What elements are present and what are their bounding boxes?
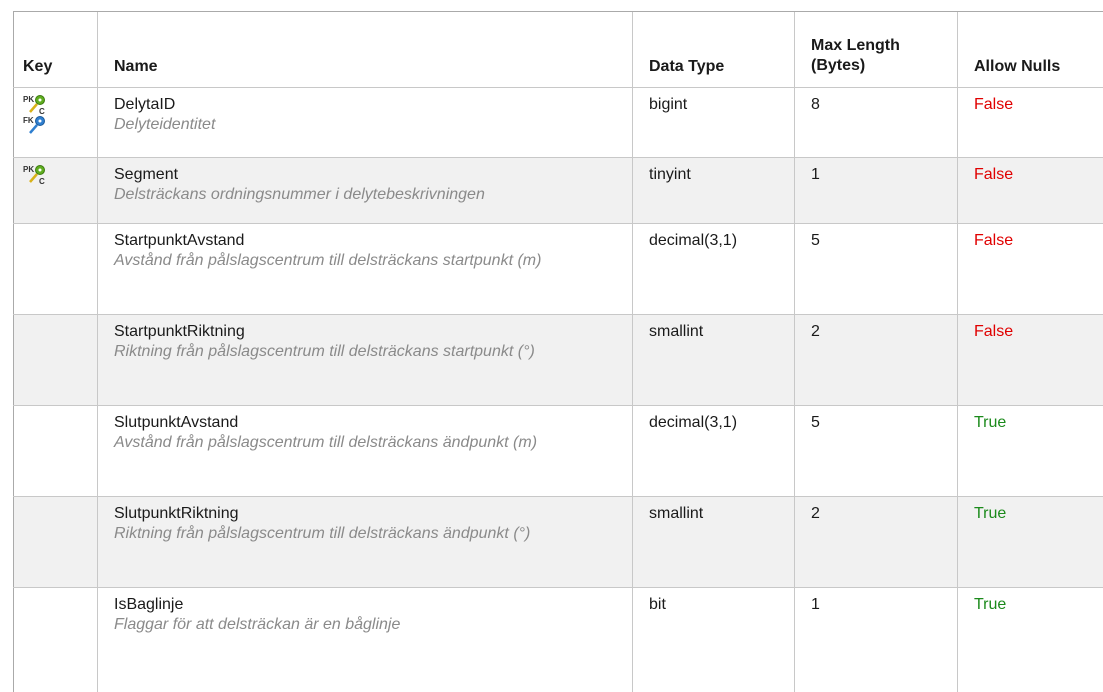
svg-text:PK: PK [23,165,34,174]
column-description: Delyteidentitet [114,116,216,133]
column-name: SlutpunktRiktning [114,505,239,522]
data-type-cell: smallint [632,315,794,405]
allow-nulls-cell: False [957,315,1103,405]
max-length-cell: 5 [794,224,957,314]
table-row: PK C Segment Delsträckans ordningsnummer… [13,158,1103,224]
pk-clustered-key-icon: PK C [23,165,45,185]
column-description: Avstånd från pålslagscentrum till delstr… [114,434,538,451]
table-row: SlutpunktRiktning Riktning från pålslags… [13,497,1103,588]
data-type-cell: smallint [632,497,794,587]
column-description: Riktning från pålslagscentrum till delst… [114,343,535,360]
column-description: Flaggar för att delsträckan är en båglin… [114,616,401,633]
max-length-cell: 1 [794,158,957,223]
allow-nulls-cell: True [957,497,1103,587]
table-row: PK C FK DelytaID Delyteidentitet bigint … [13,88,1103,158]
column-name: IsBaglinje [114,596,184,613]
svg-text:PK: PK [23,95,34,104]
header-max-length: Max Length (Bytes) [794,12,957,87]
max-length-cell: 2 [794,315,957,405]
data-type-cell: bit [632,588,794,692]
data-type-cell: decimal(3,1) [632,224,794,314]
allow-nulls-cell: True [957,406,1103,496]
columns-table: Key Name Data Type Max Length (Bytes) Al… [13,11,1103,692]
key-cell: PK C [13,158,97,223]
svg-text:C: C [39,107,45,115]
data-type-cell: bigint [632,88,794,157]
allow-nulls-cell: False [957,224,1103,314]
key-cell [13,224,97,314]
column-description: Avstånd från pålslagscentrum till delstr… [114,252,542,269]
data-type-cell: tinyint [632,158,794,223]
table-row: StartpunktAvstand Avstånd från pålslagsc… [13,224,1103,315]
header-key: Key [13,12,97,87]
svg-text:C: C [39,177,45,185]
max-length-cell: 5 [794,406,957,496]
table-row: SlutpunktAvstand Avstånd från pålslagsce… [13,406,1103,497]
header-name: Name [97,12,632,87]
max-length-cell: 8 [794,88,957,157]
key-cell [13,315,97,405]
max-length-cell: 2 [794,497,957,587]
allow-nulls-cell: False [957,158,1103,223]
column-name: SlutpunktAvstand [114,414,239,431]
table-row: IsBaglinje Flaggar för att delsträckan ä… [13,588,1103,692]
column-description: Delsträckans ordningsnummer i delytebesk… [114,186,485,203]
pk-clustered-key-icon: PK C [23,95,45,115]
table-row: StartpunktRiktning Riktning från pålslag… [13,315,1103,406]
key-cell [13,406,97,496]
key-cell [13,497,97,587]
table-header: Key Name Data Type Max Length (Bytes) Al… [13,12,1103,88]
fk-key-icon: FK [23,116,45,134]
data-type-cell: decimal(3,1) [632,406,794,496]
column-name: StartpunktRiktning [114,323,245,340]
column-name: StartpunktAvstand [114,232,245,249]
column-description: Riktning från pålslagscentrum till delst… [114,525,531,542]
column-name: Segment [114,166,179,183]
key-cell [13,588,97,692]
header-data-type: Data Type [632,12,794,87]
allow-nulls-cell: True [957,588,1103,692]
svg-text:FK: FK [23,116,34,125]
column-name: DelytaID [114,96,176,113]
allow-nulls-cell: False [957,88,1103,157]
header-allow-nulls: Allow Nulls [957,12,1103,87]
max-length-cell: 1 [794,588,957,692]
key-cell: PK C FK [13,88,97,157]
